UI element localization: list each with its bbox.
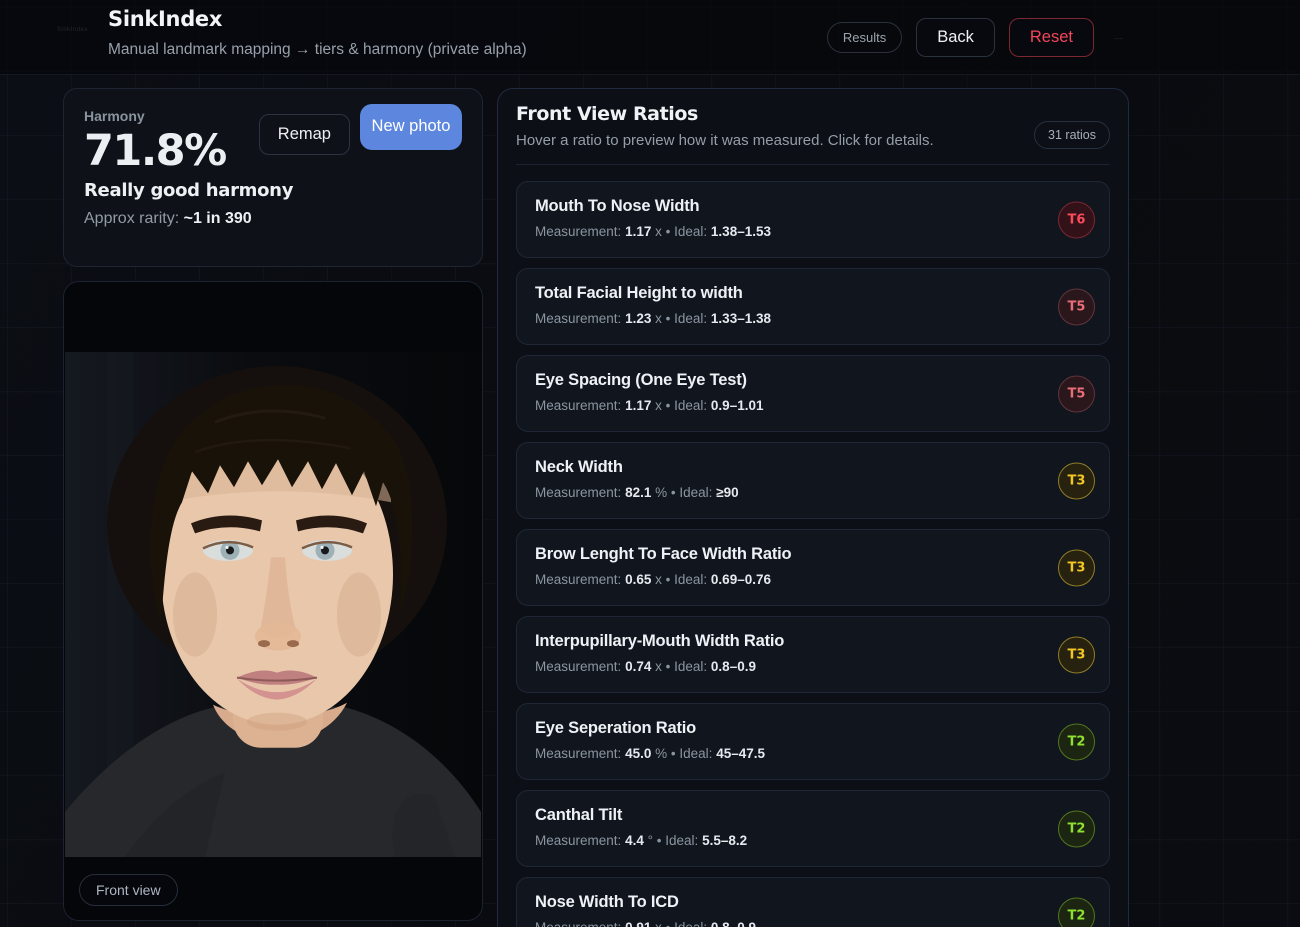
ratio-name: Canthal Tilt <box>535 806 1091 825</box>
harmony-buttons: Remap New photo <box>259 106 462 176</box>
rarity-value: ~1 in 390 <box>184 210 252 227</box>
tier-badge: T5 <box>1058 375 1095 412</box>
harmony-rarity: Approx rarity: ~1 in 390 <box>84 209 279 230</box>
ratio-card[interactable]: Brow Lenght To Face Width Ratio Measureme… <box>516 529 1110 606</box>
ratios-header-text: Front View Ratios Hover a ratio to previ… <box>516 103 934 149</box>
ratio-card[interactable]: Canthal Tilt Measurement: 4.4 ° • Ideal: … <box>516 790 1110 867</box>
page-title: SinkIndex <box>108 7 222 31</box>
tier-badge: T3 <box>1058 462 1095 499</box>
ratio-measurement: Measurement: 0.91 x • Ideal: 0.8–0.9 <box>535 920 1091 927</box>
harmony-verdict: Really good harmony <box>84 180 462 201</box>
ratio-measurement: Measurement: 1.23 x • Ideal: 1.33–1.38 <box>535 311 1091 326</box>
ratios-title: Front View Ratios <box>516 103 934 125</box>
rarity-prefix: Approx rarity: <box>84 210 184 227</box>
ratio-measurement: Measurement: 1.17 x • Ideal: 0.9–1.01 <box>535 398 1091 413</box>
remap-button[interactable]: Remap <box>259 114 350 155</box>
harmony-label: Harmony <box>84 108 226 124</box>
ratio-name: Eye Seperation Ratio <box>535 719 1091 738</box>
results-button[interactable]: Results <box>827 22 902 53</box>
topbar: SinkIndex SinkIndex Manual landmark mapp… <box>0 0 1300 75</box>
ratio-name: Neck Width <box>535 458 1091 477</box>
ratio-name: Eye Spacing (One Eye Test) <box>535 371 1091 390</box>
watermark-text: SinkIndex <box>57 27 88 33</box>
ratio-measurement: Measurement: 0.65 x • Ideal: 0.69–0.76 <box>535 572 1091 587</box>
ratio-measurement: Measurement: 82.1 % • Ideal: ≥90 <box>535 485 1091 500</box>
ratio-name: Brow Lenght To Face Width Ratio <box>535 545 1091 564</box>
ratio-name: Mouth To Nose Width <box>535 197 1091 216</box>
ratio-card[interactable]: Interpupillary-Mouth Width Ratio Measurem… <box>516 616 1110 693</box>
reset-button[interactable]: Reset <box>1009 18 1094 57</box>
tier-badge: T3 <box>1058 549 1095 586</box>
ratio-count-badge: 31 ratios <box>1034 121 1110 149</box>
tier-badge: T6 <box>1058 201 1095 238</box>
ratios-subtitle: Hover a ratio to preview how it was meas… <box>516 132 934 149</box>
ratio-card[interactable]: Eye Spacing (One Eye Test) Measurement: 1… <box>516 355 1110 432</box>
harmony-card: Harmony 71.8% Remap New photo Really goo… <box>63 88 483 267</box>
ratio-measurement: Measurement: 0.74 x • Ideal: 0.8–0.9 <box>535 659 1091 674</box>
ratio-card[interactable]: Nose Width To ICD Measurement: 0.91 x • I… <box>516 877 1110 927</box>
ratio-card[interactable]: Eye Seperation Ratio Measurement: 45.0 % … <box>516 703 1110 780</box>
topbar-dash: — <box>1114 33 1124 43</box>
ratio-name: Total Facial Height to width <box>535 284 1091 303</box>
new-photo-button[interactable]: New photo <box>360 104 462 150</box>
ratio-name: Nose Width To ICD <box>535 893 1091 912</box>
ratio-card[interactable]: Mouth To Nose Width Measurement: 1.17 x •… <box>516 181 1110 258</box>
tier-badge: T2 <box>1058 897 1095 927</box>
tier-badge: T3 <box>1058 636 1095 673</box>
ratio-card[interactable]: Neck Width Measurement: 82.1 % • Ideal: ≥… <box>516 442 1110 519</box>
tier-badge: T5 <box>1058 288 1095 325</box>
ratio-card[interactable]: Total Facial Height to width Measurement:… <box>516 268 1110 345</box>
photo-card: Front view <box>63 281 483 921</box>
harmony-score: 71.8% <box>84 126 226 176</box>
back-button[interactable]: Back <box>916 18 995 57</box>
harmony-score-block: Harmony 71.8% <box>84 106 226 176</box>
ratio-measurement: Measurement: 4.4 ° • Ideal: 5.5–8.2 <box>535 833 1091 848</box>
ratio-measurement: Measurement: 1.17 x • Ideal: 1.38–1.53 <box>535 224 1091 239</box>
tier-badge: T2 <box>1058 723 1095 760</box>
topbar-actions: Results Back Reset — <box>827 0 1124 75</box>
portrait-photo <box>65 352 481 857</box>
ratio-name: Interpupillary-Mouth Width Ratio <box>535 632 1091 651</box>
ratio-list: Mouth To Nose Width Measurement: 1.17 x •… <box>516 181 1110 927</box>
ratios-panel: Front View Ratios Hover a ratio to previ… <box>497 88 1129 927</box>
divider <box>516 164 1110 165</box>
page-subtitle: Manual landmark mapping → tiers & harmon… <box>108 41 527 59</box>
front-view-badge[interactable]: Front view <box>79 874 178 906</box>
tier-badge: T2 <box>1058 810 1095 847</box>
ratio-measurement: Measurement: 45.0 % • Ideal: 45–47.5 <box>535 746 1091 761</box>
